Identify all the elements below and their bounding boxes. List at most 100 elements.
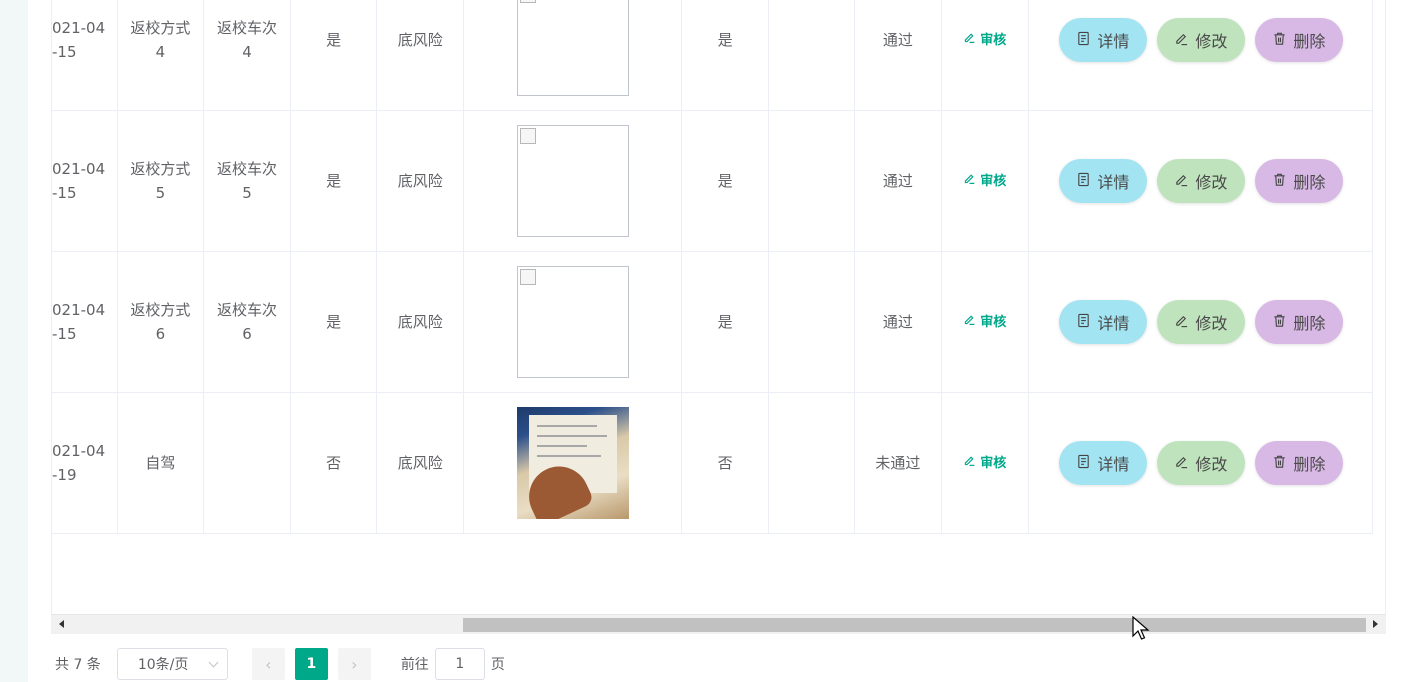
risk-level-cell: 底风险 [376,110,465,252]
operations-cell: 详情 修改 删除 [1028,392,1374,534]
date-cell: 021-04 -15 [52,251,118,393]
detail-button[interactable]: 详情 [1058,159,1147,203]
edit-button[interactable]: 修改 [1156,159,1245,203]
audit-label: 审核 [980,33,1007,48]
broken-image[interactable] [516,125,629,237]
broken-image-icon [519,128,536,144]
pen-icon [1174,172,1189,191]
detail-label: 详情 [1097,314,1130,333]
detail-label: 详情 [1097,32,1130,51]
delete-button[interactable]: 删除 [1254,441,1343,485]
scroll-left-arrow-icon[interactable] [59,620,64,628]
uploaded-photo-image[interactable] [516,407,629,519]
delete-label: 删除 [1293,173,1326,192]
page-number-button[interactable]: 1 [294,648,328,680]
audit-result-cell: 通过 [854,251,942,393]
pen-icon [1174,313,1189,332]
pen-icon [1174,31,1189,50]
flag-cell: 是 [290,110,378,252]
delete-button[interactable]: 删除 [1254,159,1343,203]
broken-image[interactable] [516,0,629,96]
date-cell: 021-04 -15 [52,0,118,111]
audit-label: 审核 [980,315,1007,330]
edit-label: 修改 [1195,173,1228,192]
detail-label: 详情 [1097,455,1130,474]
return-train-cell: 返校车次 6 [203,251,291,393]
image-cell [463,0,683,111]
empty-cell [768,392,856,534]
table-body: 021-04 -15 返校方式 4 返校车次 4 是底风险是通过 审核 详情 修改 删除 021… [52,0,1374,534]
prev-page-button[interactable]: ‹ [251,648,285,680]
delete-label: 删除 [1293,455,1326,474]
flag-cell: 否 [290,392,378,534]
flag2-cell: 是 [681,251,769,393]
goto-page: 前往 页 [401,648,505,680]
image-cell [463,392,683,534]
operations-cell: 详情 修改 删除 [1028,0,1374,111]
edit-button[interactable]: 修改 [1156,441,1245,485]
flag2-cell: 是 [681,0,769,111]
flag2-cell: 是 [681,110,769,252]
empty-cell [768,110,856,252]
risk-level-cell: 底风险 [376,0,465,111]
document-icon [1076,31,1091,50]
return-method-cell: 返校方式 4 [117,0,205,111]
chevron-down-icon [208,657,219,667]
detail-button[interactable]: 详情 [1058,441,1147,485]
delete-label: 删除 [1293,314,1326,333]
edit-pen-icon [963,29,976,53]
table-row: 021-04 -15 返校方式 6 返校车次 6 是底风险是通过 审核 详情 修改 删除 [52,251,1374,393]
trash-icon [1272,31,1287,50]
image-cell [463,251,683,393]
audit-result-cell: 未通过 [854,392,942,534]
trash-icon [1272,454,1287,473]
document-icon [1076,313,1091,332]
trash-icon [1272,172,1287,191]
mouse-cursor-icon [1132,616,1150,640]
image-cell [463,110,683,252]
audit-link[interactable]: 审核 [963,311,1006,335]
audit-label: 审核 [980,456,1007,471]
pagination: 共 7 条 10条/页 ‹ 1 › 前往 页 [55,648,505,680]
operations-cell: 详情 修改 删除 [1028,110,1374,252]
audit-link[interactable]: 审核 [963,29,1006,53]
goto-page-input[interactable] [434,648,485,680]
return-train-cell [203,392,291,534]
broken-image[interactable] [516,266,629,378]
risk-level-cell: 底风险 [376,251,465,393]
edit-button[interactable]: 修改 [1156,18,1245,62]
pagination-total: 共 7 条 [55,657,101,673]
scrollbar-thumb[interactable] [463,618,1366,632]
page-size-select[interactable]: 10条/页 [116,648,228,680]
edit-label: 修改 [1195,314,1228,333]
scroll-right-arrow-icon[interactable] [1373,620,1378,628]
edit-pen-icon [963,452,976,476]
delete-button[interactable]: 删除 [1254,18,1343,62]
return-method-cell: 返校方式 6 [117,251,205,393]
return-method-cell: 返校方式 5 [117,110,205,252]
data-table: 021-04 -15 返校方式 4 返校车次 4 是底风险是通过 审核 详情 修改 删除 021… [51,0,1386,614]
table-row: 021-04 -19 自驾否底风险否未通过 审核 详情 修改 删除 [52,392,1374,534]
detail-button[interactable]: 详情 [1058,300,1147,344]
audit-link[interactable]: 审核 [963,170,1006,194]
flag-cell: 是 [290,0,378,111]
next-page-button[interactable]: › [337,648,371,680]
goto-prefix: 前往 [400,657,429,673]
empty-cell [768,251,856,393]
left-background-strip [0,0,28,682]
chevron-right-icon: › [351,654,358,674]
return-method-cell: 自驾 [117,392,205,534]
flag-cell: 是 [290,251,378,393]
operations-cell: 详情 修改 删除 [1028,251,1374,393]
flag2-cell: 否 [681,392,769,534]
edit-button[interactable]: 修改 [1156,300,1245,344]
date-cell: 021-04 -19 [52,392,118,534]
detail-button[interactable]: 详情 [1058,18,1147,62]
edit-label: 修改 [1195,32,1228,51]
audit-link[interactable]: 审核 [963,452,1006,476]
delete-button[interactable]: 删除 [1254,300,1343,344]
horizontal-scrollbar[interactable] [51,614,1386,634]
table-row: 021-04 -15 返校方式 5 返校车次 5 是底风险是通过 审核 详情 修改 删除 [52,110,1374,252]
edit-pen-icon [963,170,976,194]
audit-result-cell: 通过 [854,0,942,111]
